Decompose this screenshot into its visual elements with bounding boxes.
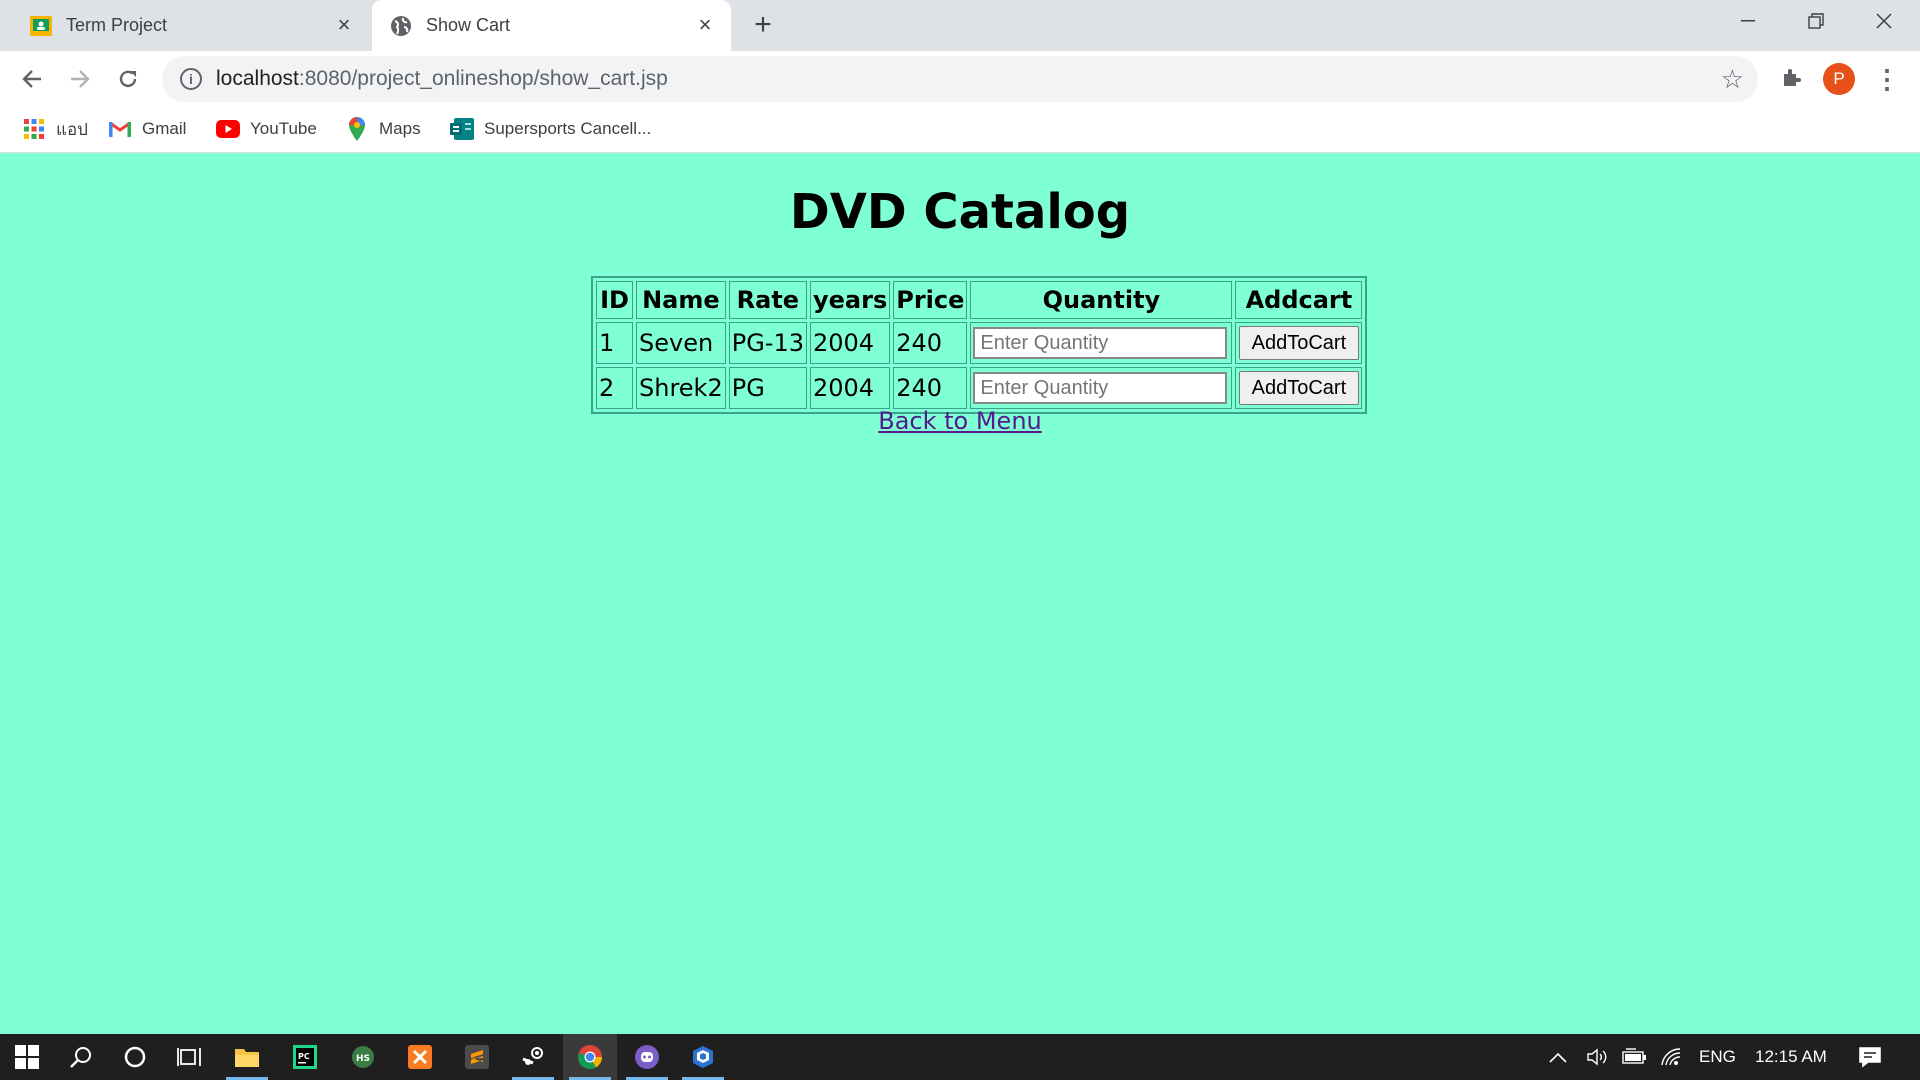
more-menu-icon[interactable]: ⋮: [1870, 63, 1904, 95]
back-link-container: Back to Menu: [0, 407, 1920, 435]
header-id: ID: [596, 281, 633, 319]
wifi-icon[interactable]: [1660, 1034, 1684, 1080]
search-icon[interactable]: [54, 1034, 108, 1080]
header-addcart: Addcart: [1235, 281, 1363, 319]
tab-title: Show Cart: [426, 15, 511, 35]
cell-rate: PG: [728, 367, 807, 409]
bookmark-maps[interactable]: Maps: [345, 116, 421, 142]
back-to-menu-link[interactable]: Back to Menu: [878, 407, 1042, 435]
globe-icon: [390, 15, 412, 37]
header-years: years: [810, 281, 891, 319]
tab-show-cart[interactable]: Show Cart ×: [372, 0, 731, 51]
cortana-icon[interactable]: [108, 1034, 162, 1080]
hotspot-shield-icon[interactable]: HS: [336, 1034, 390, 1080]
file-explorer-icon[interactable]: [220, 1034, 274, 1080]
header-rate: Rate: [728, 281, 807, 319]
sublime-text-icon[interactable]: [450, 1034, 504, 1080]
discord-icon[interactable]: [620, 1034, 674, 1080]
catalog-table: ID Name Rate years Price Quantity Addcar…: [591, 276, 1368, 414]
gmail-icon: [108, 117, 132, 141]
site-info-icon[interactable]: i: [180, 68, 202, 90]
bookmark-label: Supersports Cancell...: [484, 119, 652, 138]
reload-icon[interactable]: [110, 61, 146, 97]
close-window-icon[interactable]: [1850, 0, 1918, 42]
restore-icon[interactable]: [1782, 0, 1850, 42]
tab-title: Term Project: [66, 15, 168, 35]
virtualbox-icon[interactable]: [676, 1034, 730, 1080]
forms-icon: [450, 117, 474, 141]
table-row: 2 Shrek2 PG 2004 240 AddToCart: [596, 367, 1363, 409]
add-to-cart-button[interactable]: AddToCart: [1238, 326, 1359, 360]
input-language[interactable]: ENG: [1699, 1034, 1736, 1080]
add-to-cart-button[interactable]: AddToCart: [1238, 371, 1359, 405]
bookmark-label: YouTube: [250, 119, 317, 138]
classroom-icon: [30, 15, 52, 37]
address-bar[interactable]: i localhost:8080/project_onlineshop/show…: [162, 56, 1758, 102]
url-text: localhost:8080/project_onlineshop/show_c…: [216, 67, 668, 90]
bookmarks-bar: แอป Gmail YouTube Maps Supersports Cance…: [0, 106, 1920, 153]
cell-price: 240: [893, 367, 968, 409]
battery-icon[interactable]: [1622, 1034, 1648, 1080]
cell-name: Shrek2: [636, 367, 726, 409]
bookmark-label: Gmail: [142, 119, 187, 138]
action-center-icon[interactable]: [1858, 1034, 1882, 1080]
task-view-icon[interactable]: [162, 1034, 216, 1080]
steam-icon[interactable]: [506, 1034, 560, 1080]
catalog-table-wrapper: ID Name Rate years Price Quantity Addcar…: [591, 276, 1368, 414]
volume-icon[interactable]: [1586, 1034, 1610, 1080]
maps-icon: [345, 117, 369, 141]
taskbar: PC HS ENG 12:15 AM: [0, 1034, 1920, 1080]
cell-id: 1: [596, 322, 633, 364]
tab-term-project[interactable]: Term Project ×: [0, 0, 370, 51]
table-row: 1 Seven PG-13 2004 240 AddToCart: [596, 322, 1363, 364]
new-tab-button[interactable]: +: [748, 10, 778, 40]
tab-strip: Term Project × Show Cart × +: [0, 0, 1920, 51]
cell-rate: PG-13: [728, 322, 807, 364]
bookmark-supersports[interactable]: Supersports Cancell...: [450, 116, 651, 142]
pycharm-icon[interactable]: PC: [278, 1034, 332, 1080]
header-price: Price: [893, 281, 968, 319]
cell-quantity: [970, 367, 1233, 409]
cell-price: 240: [893, 322, 968, 364]
cell-years: 2004: [810, 367, 891, 409]
cell-addcart: AddToCart: [1235, 322, 1363, 364]
page-title: DVD Catalog: [789, 184, 1131, 240]
youtube-icon: [216, 117, 240, 141]
browser-toolbar: i localhost:8080/project_onlineshop/show…: [0, 51, 1920, 106]
header-quantity: Quantity: [970, 281, 1233, 319]
cell-id: 2: [596, 367, 633, 409]
show-hidden-icons-icon[interactable]: [1548, 1034, 1568, 1080]
extensions-icon[interactable]: [1775, 61, 1809, 95]
bookmark-gmail[interactable]: Gmail: [108, 116, 186, 142]
bookmark-youtube[interactable]: YouTube: [216, 116, 317, 142]
quantity-input[interactable]: [973, 327, 1228, 360]
cell-quantity: [970, 322, 1233, 364]
bookmark-label: Maps: [379, 119, 421, 138]
profile-avatar[interactable]: P: [1823, 63, 1855, 95]
chrome-icon[interactable]: [563, 1034, 617, 1080]
forward-icon[interactable]: [62, 61, 98, 97]
svg-text:HS: HS: [356, 1054, 370, 1064]
back-icon[interactable]: [14, 61, 50, 97]
windows-start-icon[interactable]: [0, 1034, 54, 1080]
table-header-row: ID Name Rate years Price Quantity Addcar…: [596, 281, 1363, 319]
page-content: DVD Catalog ID Name Rate years Price Qua…: [0, 154, 1920, 1034]
header-name: Name: [636, 281, 726, 319]
quantity-input[interactable]: [973, 372, 1228, 405]
cell-name: Seven: [636, 322, 726, 364]
cell-years: 2004: [810, 322, 891, 364]
bookmark-label: แอป: [56, 119, 88, 139]
clock[interactable]: 12:15 AM: [1755, 1034, 1827, 1080]
bookmark-star-icon[interactable]: ☆: [1721, 65, 1744, 93]
bookmark-apps[interactable]: แอป: [22, 116, 88, 142]
cell-addcart: AddToCart: [1235, 367, 1363, 409]
close-tab-icon[interactable]: ×: [332, 13, 356, 37]
minimize-icon[interactable]: [1714, 0, 1782, 42]
apps-grid-icon: [22, 117, 46, 141]
close-tab-icon[interactable]: ×: [693, 13, 717, 37]
svg-text:PC: PC: [298, 1052, 310, 1061]
xampp-icon[interactable]: [393, 1034, 447, 1080]
